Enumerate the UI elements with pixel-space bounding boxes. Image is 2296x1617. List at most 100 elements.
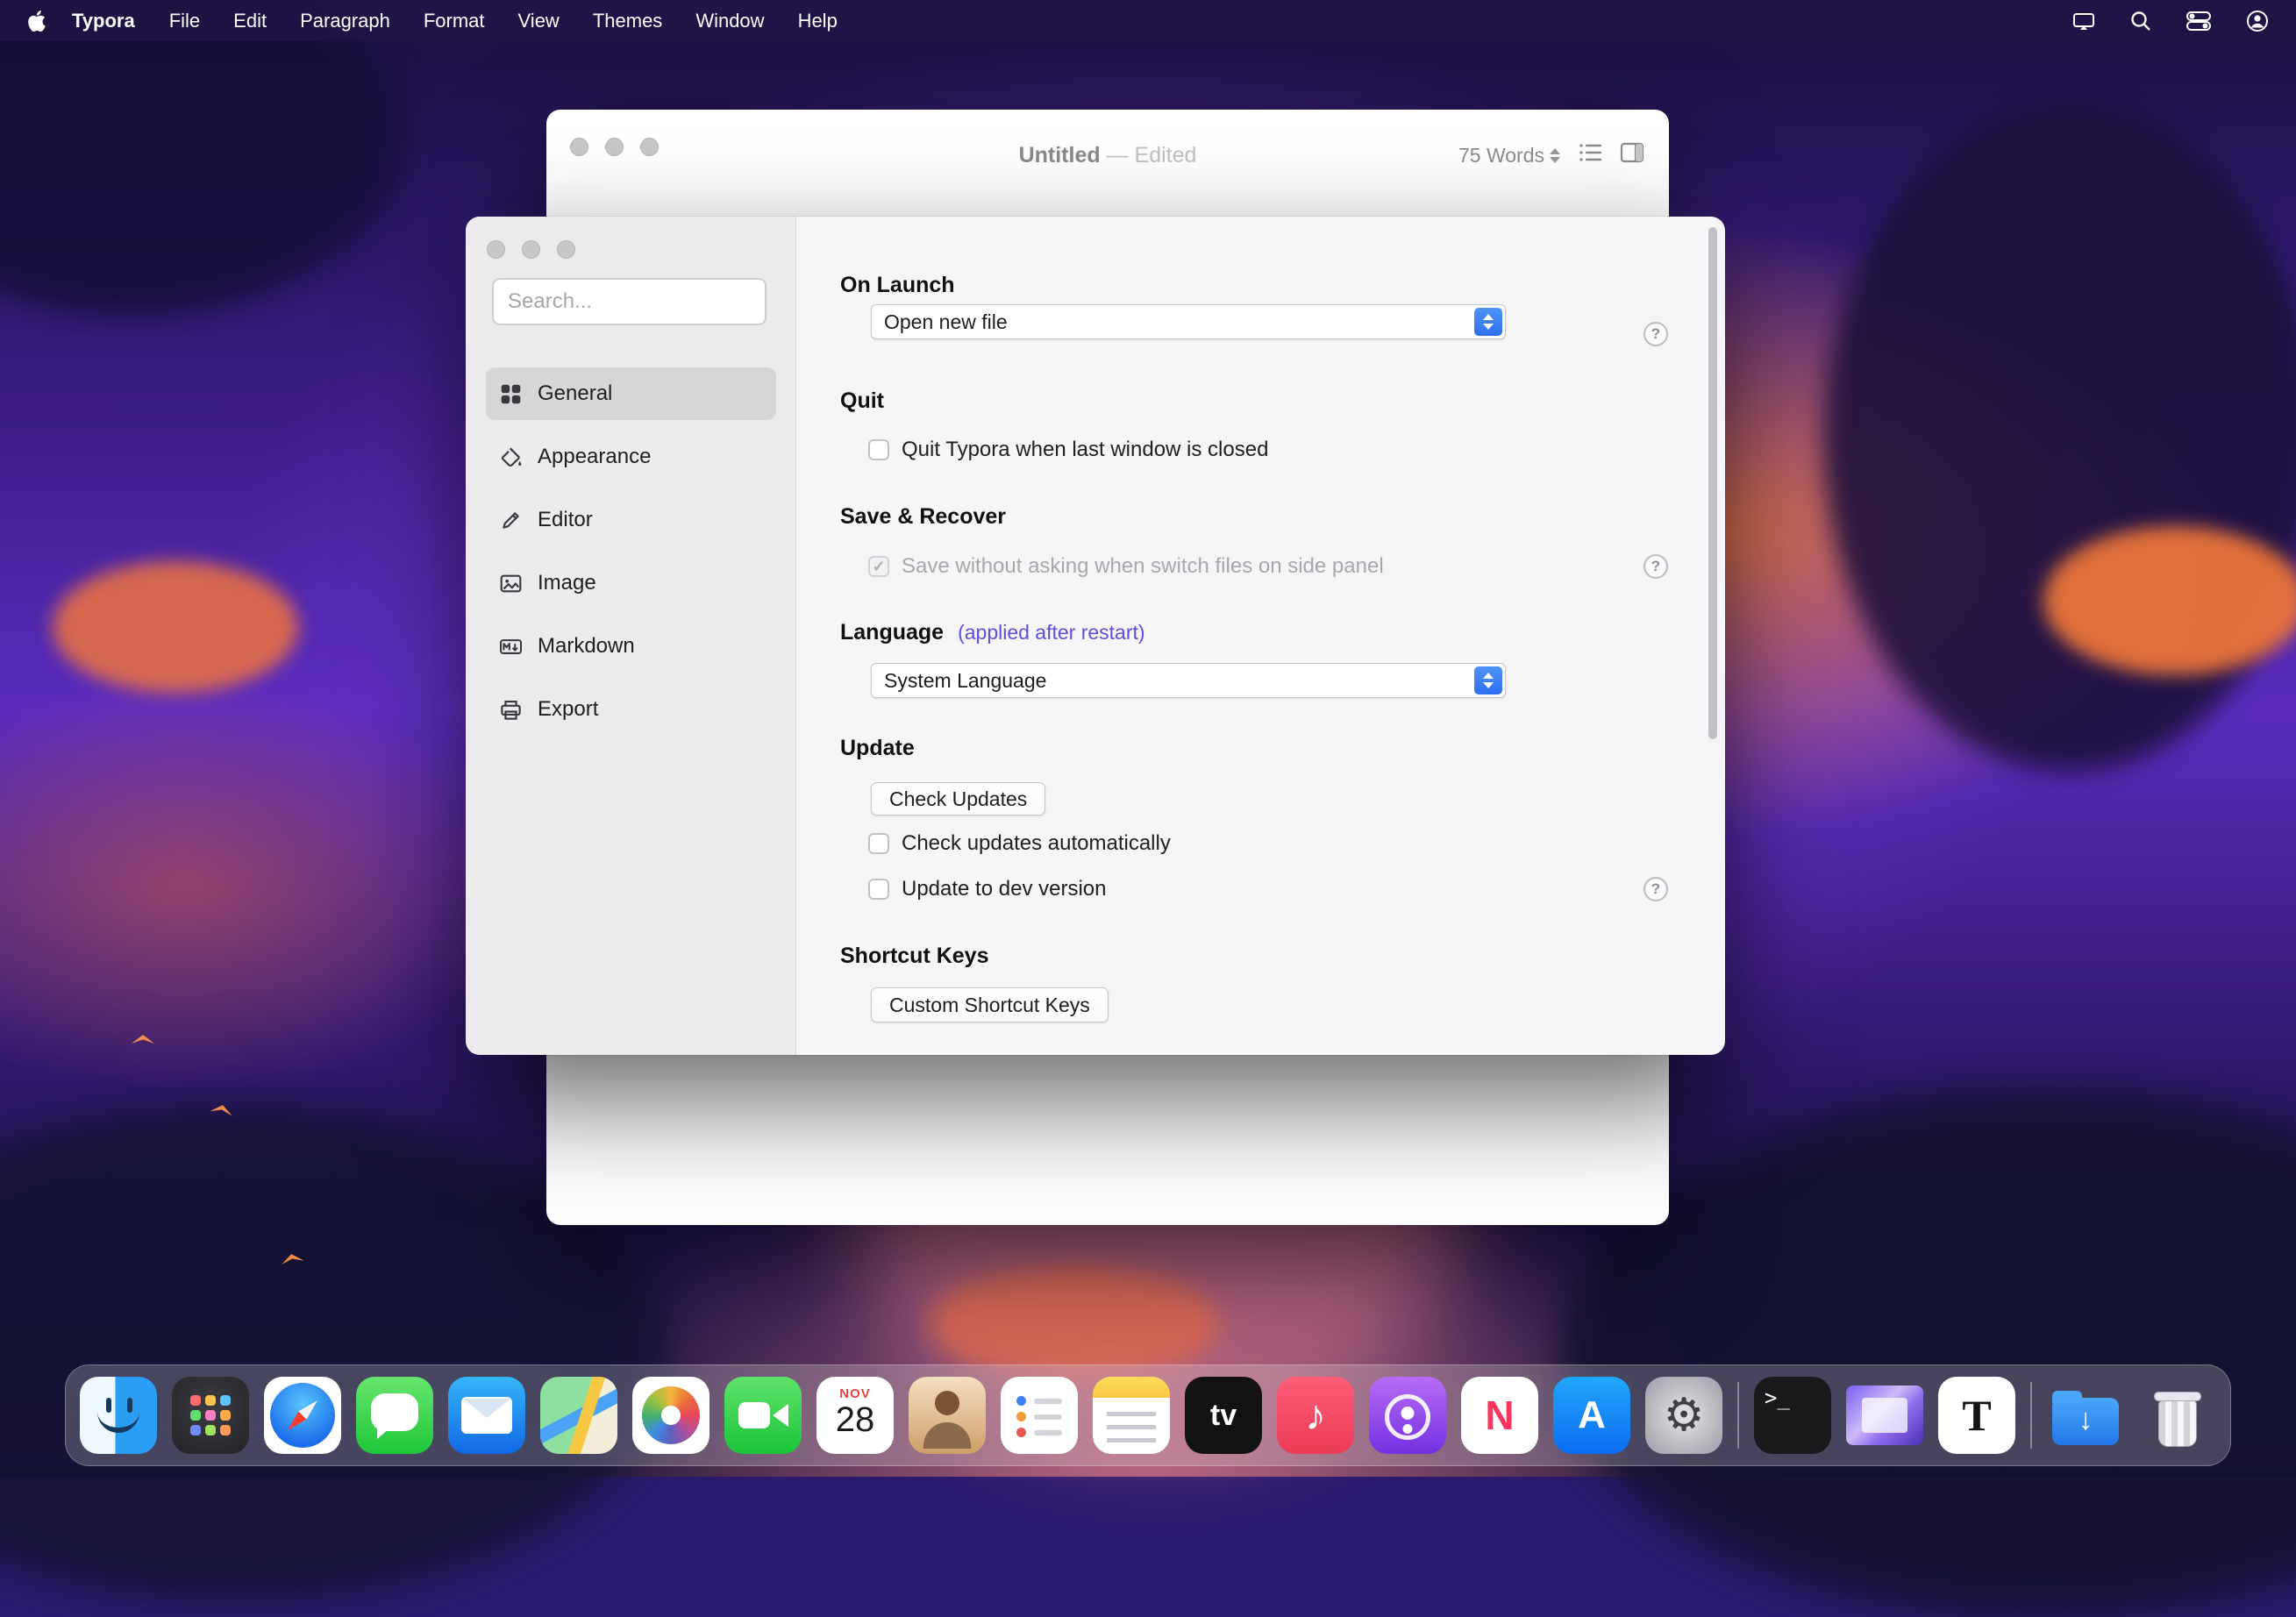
user-account-icon[interactable] bbox=[2245, 9, 2270, 33]
dock-icon-podcasts[interactable] bbox=[1369, 1377, 1446, 1454]
calendar-month-label: NOV bbox=[839, 1386, 871, 1401]
dock-icon-mail[interactable] bbox=[448, 1377, 525, 1454]
save-recover-help-button[interactable]: ? bbox=[1644, 554, 1668, 579]
dock-icon-notes[interactable] bbox=[1093, 1377, 1170, 1454]
check-updates-automatically-label: Check updates automatically bbox=[902, 831, 1171, 856]
menu-item-themes[interactable]: Themes bbox=[576, 10, 679, 32]
menu-item-view[interactable]: View bbox=[502, 10, 576, 32]
menu-item-format[interactable]: Format bbox=[407, 10, 502, 32]
dock: NOV 28 tv ♪ N A ⚙ >_ T ↓ bbox=[65, 1364, 2231, 1466]
dock-icon-finder[interactable] bbox=[80, 1377, 157, 1454]
calendar-day-label: 28 bbox=[836, 1401, 875, 1438]
sidebar-item-label: Image bbox=[538, 571, 596, 595]
update-to-dev-version-checkbox[interactable] bbox=[868, 879, 889, 900]
sidebar-item-label: General bbox=[538, 381, 612, 406]
language-heading: Language bbox=[840, 620, 944, 645]
dock-icon-safari[interactable] bbox=[264, 1377, 341, 1454]
paint-bucket-icon bbox=[499, 445, 523, 469]
search-input[interactable] bbox=[492, 278, 767, 325]
sidebar-item-export[interactable]: Export bbox=[486, 683, 776, 736]
dock-icon-launchpad[interactable] bbox=[172, 1377, 249, 1454]
update-to-dev-version-label: Update to dev version bbox=[902, 877, 1106, 901]
zoom-button[interactable] bbox=[557, 240, 575, 259]
save-recover-heading: Save & Recover bbox=[840, 504, 1006, 530]
dock-icon-messages[interactable] bbox=[356, 1377, 433, 1454]
sidebar-item-markdown[interactable]: Markdown bbox=[486, 620, 776, 673]
apple-logo-icon bbox=[26, 11, 47, 32]
close-button[interactable] bbox=[487, 240, 505, 259]
dock-icon-trash[interactable] bbox=[2139, 1377, 2216, 1454]
language-restart-note: (applied after restart) bbox=[958, 621, 1144, 645]
wallpaper-foliage-shape bbox=[0, 0, 403, 316]
prefs-window-controls bbox=[487, 240, 575, 259]
sidebar-item-appearance[interactable]: Appearance bbox=[486, 431, 776, 483]
scrollbar[interactable] bbox=[1708, 227, 1717, 739]
sidebar-toggle-icon[interactable] bbox=[1620, 141, 1644, 169]
quit-when-closed-label: Quit Typora when last window is closed bbox=[902, 438, 1268, 462]
search-icon[interactable] bbox=[2129, 10, 2152, 32]
sidebar-item-label: Markdown bbox=[538, 634, 635, 659]
save-without-asking-checkbox[interactable]: ✓ bbox=[868, 556, 889, 577]
dock-icon-contacts[interactable] bbox=[909, 1377, 986, 1454]
menu-item-help[interactable]: Help bbox=[781, 10, 854, 32]
wallpaper-orange-bush-left bbox=[53, 561, 298, 693]
outline-list-icon[interactable] bbox=[1578, 141, 1602, 169]
dock-icon-reminders[interactable] bbox=[1001, 1377, 1078, 1454]
custom-shortcut-keys-button[interactable]: Custom Shortcut Keys bbox=[871, 987, 1109, 1022]
dock-icon-terminal[interactable]: >_ bbox=[1754, 1377, 1831, 1454]
shortcut-keys-heading: Shortcut Keys bbox=[840, 944, 988, 969]
dock-icon-photos[interactable] bbox=[632, 1377, 709, 1454]
image-icon bbox=[499, 572, 523, 595]
sidebar-item-editor[interactable]: Editor bbox=[486, 494, 776, 546]
dock-icon-system-preferences[interactable]: ⚙ bbox=[1645, 1377, 1722, 1454]
dock-icon-maps[interactable] bbox=[540, 1377, 617, 1454]
preferences-general-pane: On Launch Open new file ? Quit Quit Typo… bbox=[796, 217, 1725, 1055]
minimize-button[interactable] bbox=[522, 240, 540, 259]
control-center-icon[interactable] bbox=[2185, 10, 2212, 32]
sidebar-item-label: Appearance bbox=[538, 445, 651, 469]
wallpaper-hill-right bbox=[1559, 1091, 2296, 1617]
wallpaper-orange-bush-center bbox=[930, 1266, 1219, 1380]
typora-preferences-window[interactable]: General Appearance Editor bbox=[466, 217, 1725, 1055]
quit-when-closed-checkbox[interactable] bbox=[868, 439, 889, 460]
menu-item-window[interactable]: Window bbox=[679, 10, 781, 32]
menu-bar: Typora File Edit Paragraph Format View T… bbox=[0, 0, 2296, 41]
dock-icon-screenshot-preview[interactable] bbox=[1846, 1385, 1923, 1445]
document-title-name: Untitled bbox=[1019, 143, 1101, 167]
dock-icon-downloads[interactable]: ↓ bbox=[2047, 1377, 2124, 1454]
word-count[interactable]: 75 Words bbox=[1458, 144, 1560, 167]
terminal-prompt-glyph: >_ bbox=[1765, 1385, 1790, 1410]
menu-item-paragraph[interactable]: Paragraph bbox=[283, 10, 407, 32]
dock-icon-typora[interactable]: T bbox=[1938, 1377, 2015, 1454]
dock-icon-app-store[interactable]: A bbox=[1553, 1377, 1630, 1454]
wallpaper-orange-bush-right bbox=[2043, 526, 2296, 675]
check-updates-button[interactable]: Check Updates bbox=[871, 782, 1045, 816]
dock-separator bbox=[2030, 1382, 2032, 1449]
menu-app-name[interactable]: Typora bbox=[54, 10, 153, 32]
dock-icon-apple-tv[interactable]: tv bbox=[1185, 1377, 1262, 1454]
sidebar-item-label: Editor bbox=[538, 508, 593, 532]
save-without-asking-label: Save without asking when switch files on… bbox=[902, 554, 1384, 579]
wallpaper-tree-silhouette bbox=[1824, 105, 2296, 772]
on-launch-select[interactable]: Open new file bbox=[871, 304, 1506, 339]
on-launch-selected-value: Open new file bbox=[884, 310, 1008, 334]
menu-item-file[interactable]: File bbox=[153, 10, 217, 32]
dock-icon-music[interactable]: ♪ bbox=[1277, 1377, 1354, 1454]
menu-item-edit[interactable]: Edit bbox=[217, 10, 283, 32]
dock-separator bbox=[1737, 1382, 1739, 1449]
dock-icon-news[interactable]: N bbox=[1461, 1377, 1538, 1454]
sidebar-item-general[interactable]: General bbox=[486, 367, 776, 420]
update-dev-help-button[interactable]: ? bbox=[1644, 877, 1668, 901]
printer-export-icon bbox=[499, 698, 523, 722]
general-grid-icon bbox=[499, 382, 523, 406]
screen-mirroring-icon[interactable] bbox=[2071, 9, 2096, 33]
check-updates-automatically-checkbox[interactable] bbox=[868, 833, 889, 854]
language-select[interactable]: System Language bbox=[871, 663, 1506, 698]
dock-icon-calendar[interactable]: NOV 28 bbox=[816, 1377, 894, 1454]
apple-menu[interactable] bbox=[26, 11, 47, 32]
on-launch-help-button[interactable]: ? bbox=[1644, 322, 1668, 346]
dock-icon-facetime[interactable] bbox=[724, 1377, 802, 1454]
language-selected-value: System Language bbox=[884, 669, 1046, 693]
markdown-icon bbox=[499, 635, 523, 659]
sidebar-item-image[interactable]: Image bbox=[486, 557, 776, 609]
